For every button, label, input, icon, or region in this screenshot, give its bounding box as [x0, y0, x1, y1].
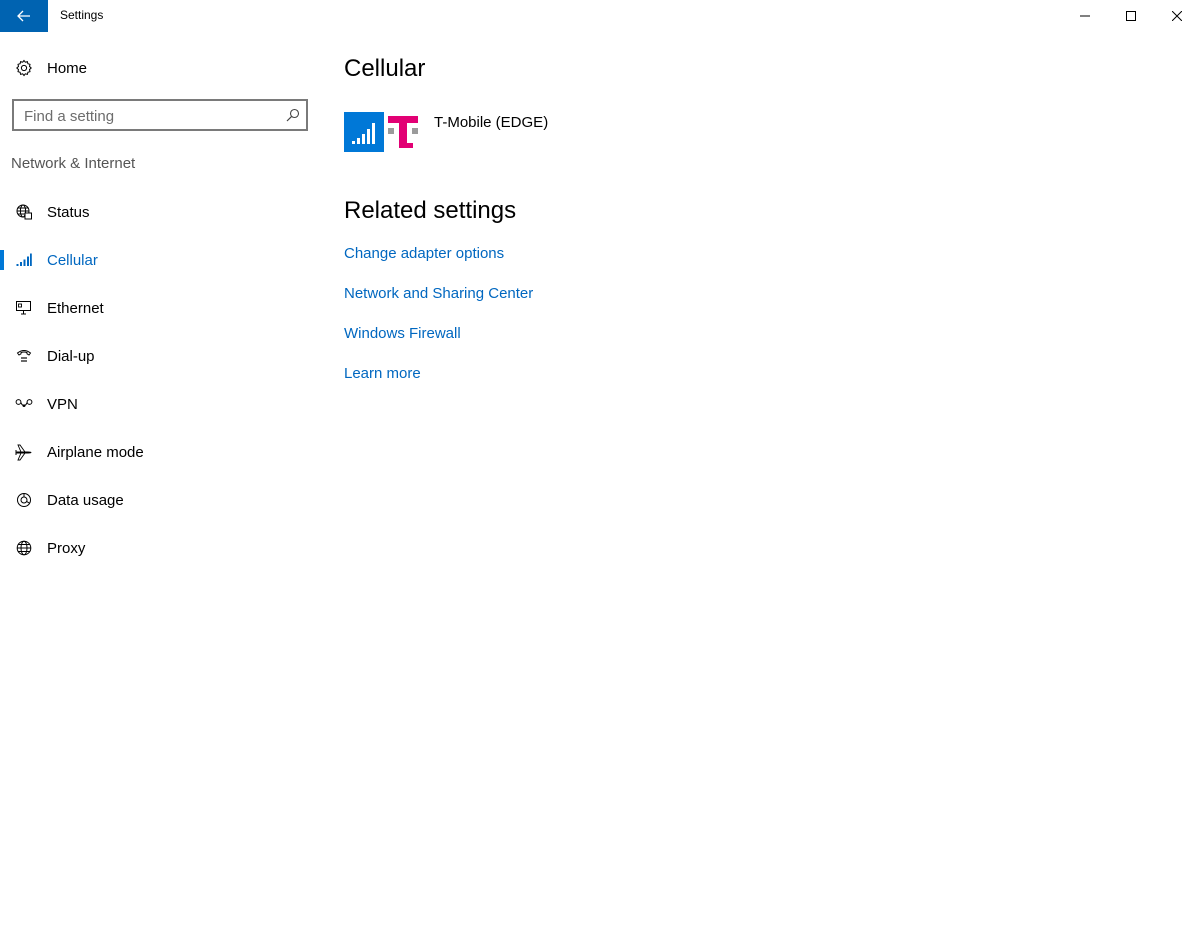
sidebar-item-data-usage[interactable]: Data usage: [0, 480, 320, 520]
search-input[interactable]: [24, 105, 274, 127]
active-indicator: [0, 250, 4, 270]
carrier-name: T-Mobile (EDGE): [434, 114, 549, 131]
sidebar-item-cellular[interactable]: Cellular: [0, 240, 320, 280]
maximize-button[interactable]: [1108, 0, 1154, 32]
pie-chart-icon: [15, 491, 33, 509]
sidebar-item-label: Ethernet: [47, 299, 104, 317]
page-title: Cellular: [344, 55, 426, 82]
search-icon: [286, 108, 300, 122]
change-adapter-options-link[interactable]: Change adapter options: [344, 245, 504, 262]
sidebar-item-label: Status: [47, 203, 90, 221]
sidebar-item-label: Dial-up: [47, 347, 95, 365]
ethernet-monitor-icon: [15, 299, 33, 317]
related-settings-heading: Related settings: [344, 197, 517, 224]
sidebar-item-label: Airplane mode: [47, 443, 144, 461]
close-button[interactable]: [1154, 0, 1200, 32]
sidebar-item-ethernet[interactable]: Ethernet: [0, 288, 320, 328]
maximize-icon: [1126, 11, 1136, 21]
minimize-button[interactable]: [1062, 0, 1108, 32]
home-label: Home: [47, 59, 88, 77]
signal-bars-icon: [352, 123, 375, 144]
airplane-icon: [15, 443, 33, 461]
vpn-icon: [15, 395, 33, 413]
cellular-signal-tile: [344, 112, 384, 152]
windows-firewall-link[interactable]: Windows Firewall: [344, 325, 461, 342]
window-title: Settings: [60, 8, 104, 22]
back-arrow-icon: [17, 10, 30, 22]
section-label: Network & Internet: [11, 155, 136, 172]
globe-status-icon: [15, 203, 33, 221]
gear-icon: [15, 59, 33, 77]
sidebar-item-proxy[interactable]: Proxy: [0, 528, 320, 568]
minimize-icon: [1080, 15, 1090, 17]
search-box[interactable]: [12, 99, 308, 131]
home-nav-item[interactable]: Home: [0, 48, 320, 88]
carrier-connection[interactable]: T-Mobile (EDGE): [344, 112, 548, 152]
sidebar-item-label: Cellular: [47, 251, 98, 269]
learn-more-link[interactable]: Learn more: [344, 365, 421, 382]
signal-bars-icon: [15, 251, 33, 269]
globe-icon: [15, 539, 33, 557]
sidebar-item-label: VPN: [47, 395, 78, 413]
t-mobile-logo: [386, 112, 426, 152]
dialup-phone-icon: [15, 347, 33, 365]
title-bar: Settings: [0, 0, 1200, 32]
network-sharing-center-link[interactable]: Network and Sharing Center: [344, 285, 533, 302]
close-icon: [1172, 11, 1182, 21]
sidebar-item-airplane-mode[interactable]: Airplane mode: [0, 432, 320, 472]
sidebar-item-dialup[interactable]: Dial-up: [0, 336, 320, 376]
back-button[interactable]: [0, 0, 48, 32]
sidebar-item-status[interactable]: Status: [0, 192, 320, 232]
sidebar-item-label: Data usage: [47, 491, 124, 509]
sidebar-item-label: Proxy: [47, 539, 86, 557]
sidebar-item-vpn[interactable]: VPN: [0, 384, 320, 424]
